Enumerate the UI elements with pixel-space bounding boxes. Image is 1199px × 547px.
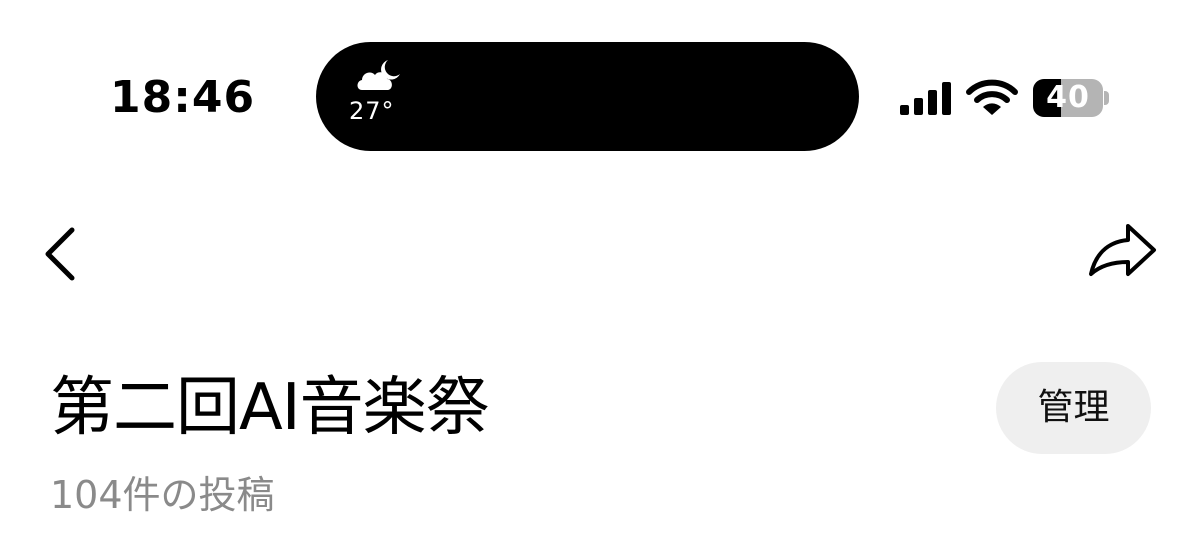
- manage-button[interactable]: 管理: [996, 362, 1151, 454]
- post-count: 104件の投稿: [50, 473, 275, 517]
- dynamic-island[interactable]: 27°: [316, 42, 859, 151]
- battery-cap: [1104, 91, 1109, 105]
- status-time: 18:46: [110, 72, 256, 123]
- battery-icon: 40: [1033, 79, 1109, 117]
- chevron-left-icon: [45, 227, 75, 281]
- page-title: 第二回AI音楽祭: [50, 371, 490, 445]
- wifi-icon: [966, 79, 1018, 115]
- partly-cloudy-night-icon: [357, 60, 400, 90]
- battery-body: 40: [1033, 79, 1103, 117]
- share-button[interactable]: [1082, 218, 1162, 284]
- cellular-signal-icon: [900, 82, 951, 115]
- share-arrow-icon: [1089, 224, 1156, 276]
- weather-temperature: 27°: [349, 97, 395, 125]
- battery-level: 40: [1046, 80, 1090, 115]
- back-button[interactable]: [32, 220, 92, 284]
